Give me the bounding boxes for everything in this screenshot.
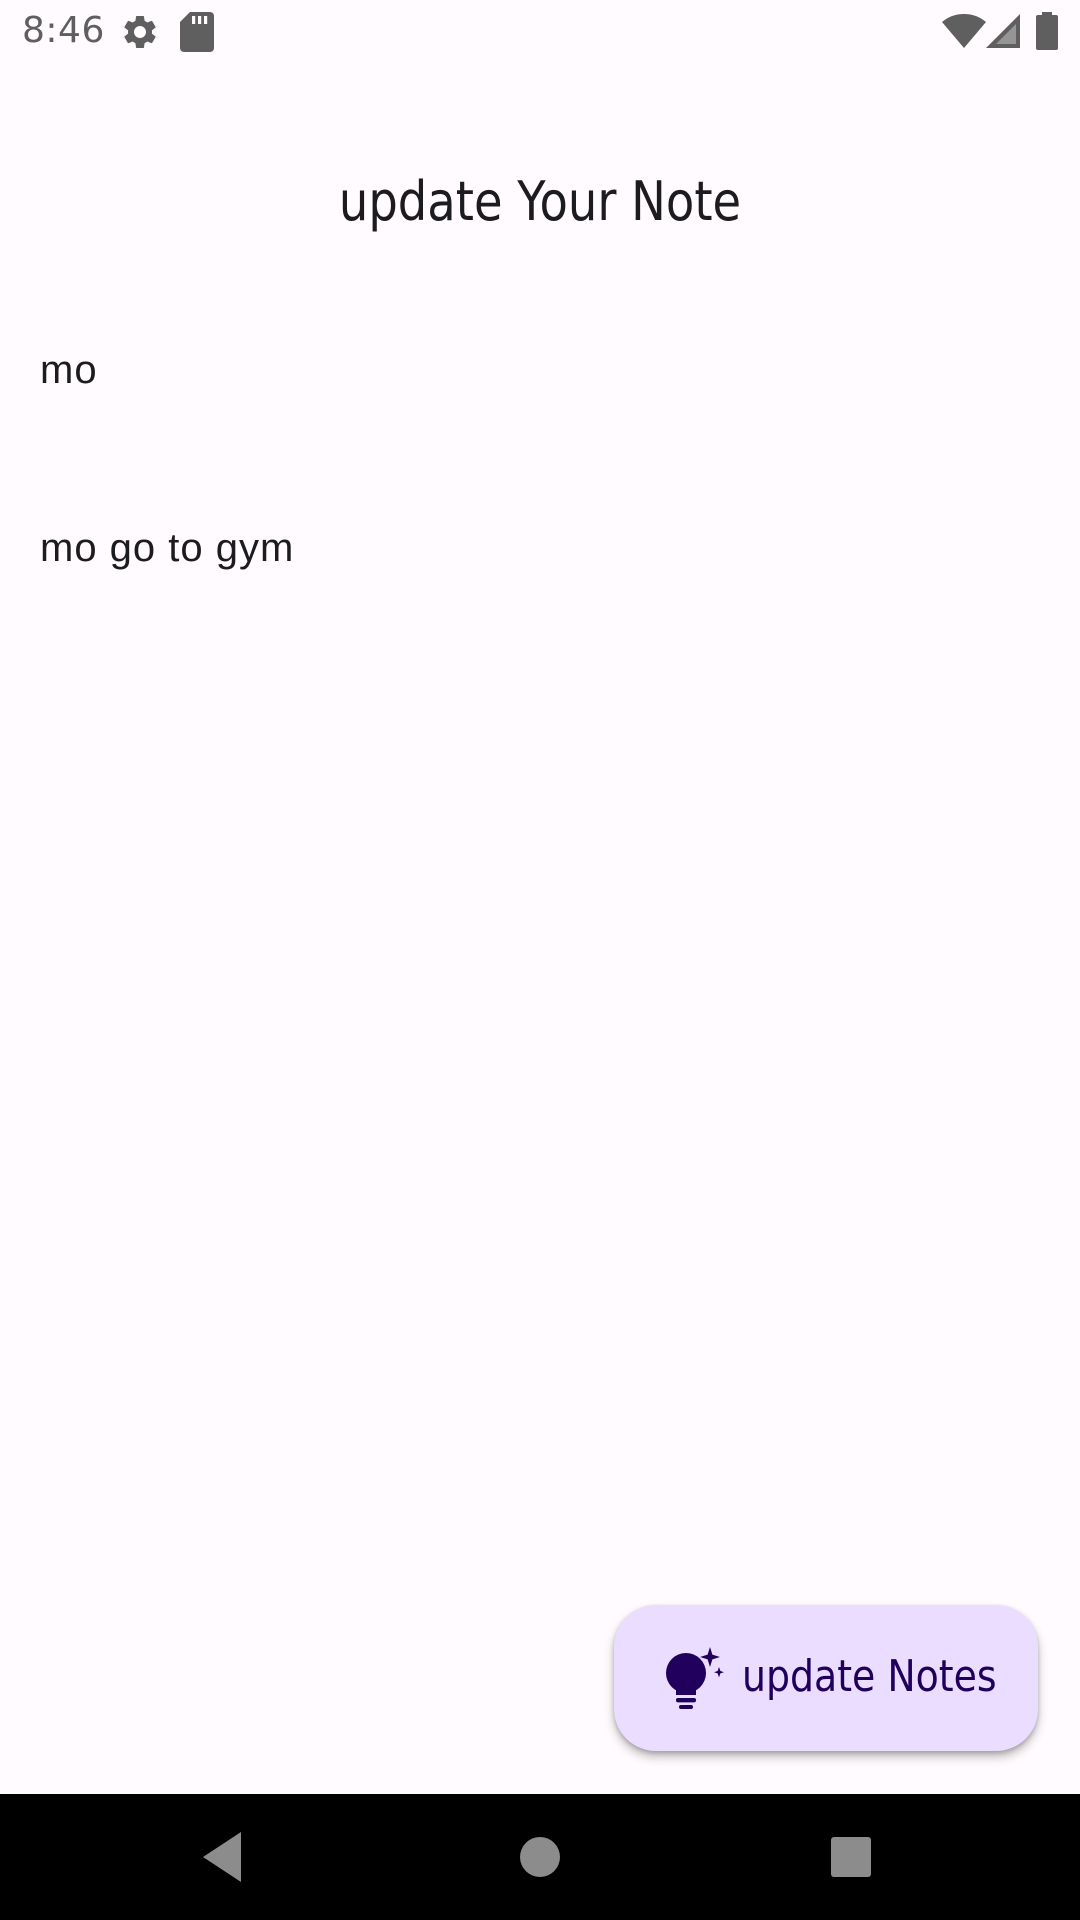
update-notes-button[interactable]: update Notes [614, 1605, 1038, 1751]
sd-card-icon [180, 12, 214, 52]
navigation-bar [0, 1794, 1080, 1920]
home-icon[interactable] [507, 1824, 573, 1890]
note-body-field[interactable]: mo go to gym [40, 526, 1040, 586]
cellular-icon [986, 14, 1020, 48]
back-icon[interactable] [193, 1824, 259, 1890]
note-title-field[interactable]: mo [40, 348, 1040, 408]
recents-icon[interactable] [818, 1824, 884, 1890]
settings-icon [124, 15, 156, 48]
lightbulb-sparkle-icon [666, 1647, 724, 1709]
update-notes-label: update Notes [742, 1651, 997, 1702]
status-bar: 8:46 [0, 0, 1080, 64]
page-title: update Your Note [338, 170, 742, 233]
wifi-icon [942, 14, 986, 48]
battery-icon [1036, 12, 1058, 50]
status-time: 8:46 [22, 10, 105, 51]
screen: 8:46 update Your Note mo mo go to gym up… [0, 0, 1080, 1920]
